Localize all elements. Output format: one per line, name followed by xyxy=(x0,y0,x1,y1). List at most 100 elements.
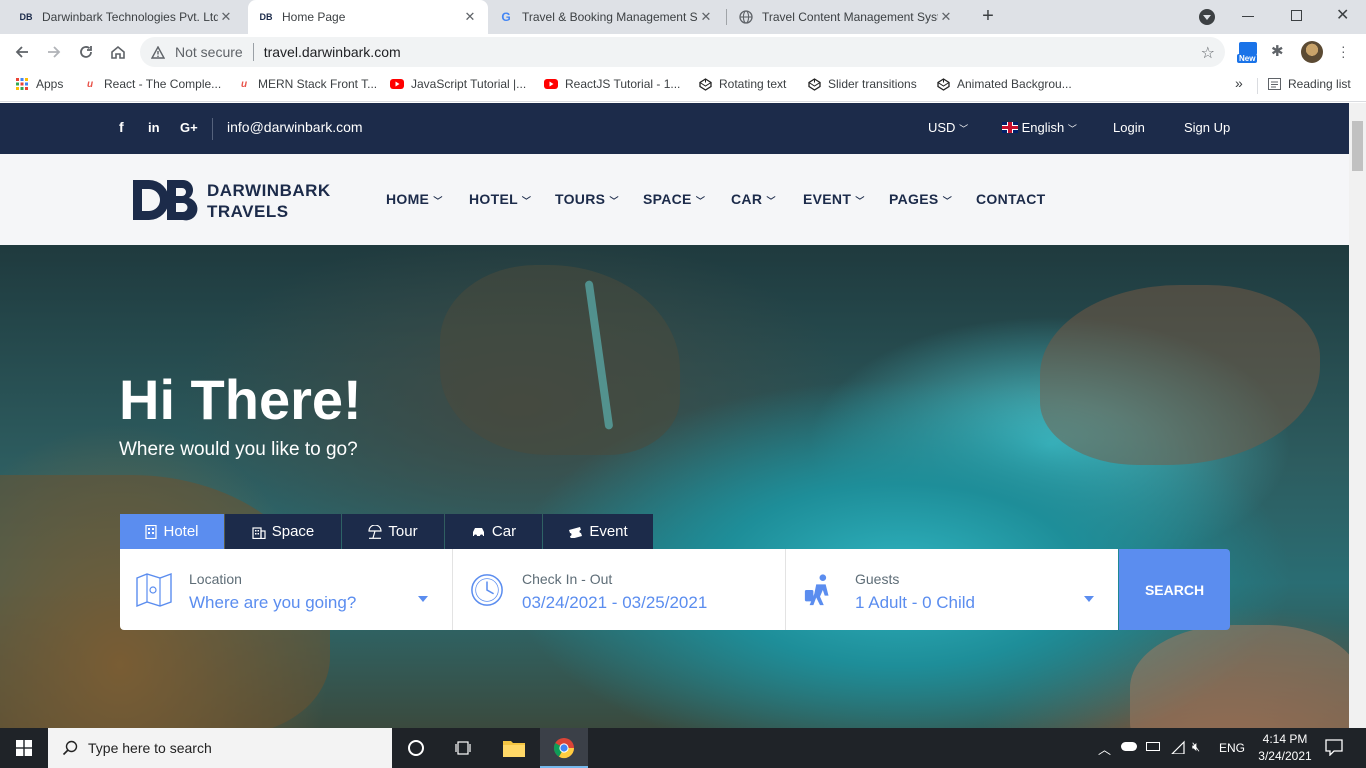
close-icon[interactable]: ✕ xyxy=(218,9,234,25)
nav-label: PAGES xyxy=(889,191,939,207)
browser-tab[interactable]: DB Darwinbark Technologies Pvt. Ltd ✕ xyxy=(8,0,244,34)
maximize-icon[interactable] xyxy=(1291,10,1302,21)
chevron-down-icon: ﹀ xyxy=(521,196,532,206)
new-tab-button[interactable]: + xyxy=(976,5,1000,29)
reading-list-button[interactable]: Reading list xyxy=(1267,77,1351,91)
chrome-taskbar-button[interactable] xyxy=(540,728,588,768)
browser-tab[interactable]: G Travel & Booking Management S ✕ xyxy=(488,0,724,34)
bookmark-item[interactable]: ReactJS Tutorial - 1... xyxy=(544,77,680,91)
system-tray-chevron-icon[interactable]: ︿ xyxy=(1098,739,1111,758)
page-scrollbar[interactable] xyxy=(1349,103,1366,728)
url-text[interactable]: travel.darwinbark.com xyxy=(264,44,401,60)
bookmark-label: Rotating text xyxy=(719,77,787,91)
guests-field[interactable]: Guests 1 Adult - 0 Child xyxy=(786,549,1118,630)
wifi-icon[interactable] xyxy=(1170,740,1186,759)
tab-title: Darwinbark Technologies Pvt. Ltd xyxy=(42,10,218,24)
codepen-icon xyxy=(936,77,950,91)
notifications-icon[interactable] xyxy=(1325,739,1343,761)
tab-search-icon[interactable] xyxy=(1199,9,1215,25)
bookmark-star-icon[interactable]: ☆ xyxy=(1201,43,1215,63)
bookmark-apps[interactable]: Apps xyxy=(15,77,63,91)
reading-list-icon xyxy=(1267,77,1281,91)
location-field[interactable]: Location Where are you going? xyxy=(120,549,453,630)
window-close-icon[interactable]: ✕ xyxy=(1336,5,1349,25)
close-icon[interactable]: ✕ xyxy=(462,9,478,25)
dates-input[interactable]: 03/24/2021 - 03/25/2021 xyxy=(522,593,707,613)
back-icon[interactable] xyxy=(10,40,34,64)
menu-kebab-icon[interactable]: · · · xyxy=(1341,39,1346,63)
bookmarks-divider xyxy=(1257,78,1258,94)
file-explorer-icon[interactable] xyxy=(503,739,525,762)
bookmark-label: MERN Stack Front T... xyxy=(258,77,378,91)
nav-hotel[interactable]: HOTEL ﹀ xyxy=(469,191,531,207)
language-dropdown[interactable]: English ﹀ xyxy=(1002,120,1077,135)
nav-event[interactable]: EVENT ﹀ xyxy=(803,191,865,207)
bookmarks-bar: Apps u React - The Comple... u MERN Stac… xyxy=(0,70,1366,102)
nav-pages[interactable]: PAGES ﹀ xyxy=(889,191,952,207)
site-logo[interactable]: DARWINBARK TRAVELS xyxy=(133,178,330,227)
contact-email[interactable]: info@darwinbark.com xyxy=(227,119,363,135)
browser-tab-active[interactable]: DB Home Page ✕ xyxy=(248,0,488,34)
caret-down-icon[interactable] xyxy=(1084,596,1094,602)
currency-dropdown[interactable]: USD ﹀ xyxy=(928,120,968,135)
location-input[interactable]: Where are you going? xyxy=(189,593,356,613)
google-plus-icon[interactable]: G+ xyxy=(180,120,198,135)
clock-date[interactable]: 3/24/2021 xyxy=(1252,749,1318,763)
search-tab-tour[interactable]: Tour xyxy=(342,514,444,549)
omnibox-divider xyxy=(252,43,254,61)
chevron-down-icon: ﹀ xyxy=(609,196,619,206)
nav-car[interactable]: CAR ﹀ xyxy=(731,191,776,207)
facebook-icon[interactable]: f xyxy=(119,119,124,135)
linkedin-icon[interactable]: in xyxy=(148,120,160,135)
windows-start-icon[interactable] xyxy=(16,740,32,761)
taskbar-search-placeholder: Type here to search xyxy=(88,740,212,756)
scrollbar-thumb[interactable] xyxy=(1352,121,1363,171)
bookmark-item[interactable]: u MERN Stack Front T... xyxy=(237,77,377,91)
forward-icon[interactable] xyxy=(42,40,66,64)
bookmark-item[interactable]: u React - The Comple... xyxy=(83,77,221,91)
dates-field[interactable]: Check In - Out 03/24/2021 - 03/25/2021 xyxy=(453,549,786,630)
search-button[interactable]: SEARCH xyxy=(1119,549,1230,630)
nav-contact[interactable]: CONTACT xyxy=(976,191,1046,207)
address-bar[interactable]: Not secure travel.darwinbark.com ☆ xyxy=(140,37,1225,67)
car-icon xyxy=(472,527,484,537)
nav-home[interactable]: HOME ﹀ xyxy=(386,191,443,207)
close-icon[interactable]: ✕ xyxy=(938,9,954,25)
login-link[interactable]: Login xyxy=(1113,120,1145,135)
browser-tab[interactable]: Travel Content Management Syst ✕ xyxy=(728,0,964,34)
bookmark-item[interactable]: Rotating text xyxy=(698,77,786,91)
guests-input[interactable]: 1 Adult - 0 Child xyxy=(855,593,975,613)
warning-icon[interactable] xyxy=(150,45,166,59)
nav-tours[interactable]: TOURS ﹀ xyxy=(555,191,619,207)
minimize-icon[interactable] xyxy=(1242,16,1254,17)
bookmark-item[interactable]: Slider transitions xyxy=(807,77,917,91)
onedrive-cloud-icon[interactable] xyxy=(1121,742,1137,751)
caret-down-icon[interactable] xyxy=(418,596,428,602)
volume-muted-icon[interactable]: 🔇︎ xyxy=(1192,739,1200,755)
profile-avatar[interactable] xyxy=(1301,41,1323,63)
search-tab-hotel[interactable]: Hotel xyxy=(120,514,224,549)
task-view-icon[interactable] xyxy=(455,740,473,761)
bookmark-item[interactable]: Animated Backgrou... xyxy=(936,77,1072,91)
bookmark-item[interactable]: JavaScript Tutorial |... xyxy=(390,77,526,91)
taskbar-search-box[interactable]: Type here to search xyxy=(48,728,392,768)
signup-link[interactable]: Sign Up xyxy=(1184,120,1230,135)
clock-time[interactable]: 4:14 PM xyxy=(1255,732,1315,746)
browser-toolbar: Not secure travel.darwinbark.com ☆ New ✱… xyxy=(0,34,1366,70)
tab-title: Travel Content Management Syst xyxy=(762,10,938,24)
extension-new-icon[interactable]: New xyxy=(1237,42,1259,64)
extensions-puzzle-icon[interactable]: ✱ xyxy=(1271,42,1284,60)
logo-text-line1: DARWINBARK xyxy=(207,181,331,200)
close-icon[interactable]: ✕ xyxy=(698,9,714,25)
reload-icon[interactable] xyxy=(74,40,98,64)
nav-space[interactable]: SPACE ﹀ xyxy=(643,191,705,207)
search-tab-space[interactable]: Space xyxy=(225,514,341,549)
search-tab-car[interactable]: Car xyxy=(445,514,542,549)
search-tab-event[interactable]: Event xyxy=(543,514,653,549)
battery-icon[interactable] xyxy=(1146,742,1160,751)
home-icon[interactable] xyxy=(106,40,130,64)
input-language[interactable]: ENG xyxy=(1219,741,1245,755)
bookmarks-more-button[interactable]: » xyxy=(1235,75,1243,91)
security-label[interactable]: Not secure xyxy=(175,44,243,60)
cortana-icon[interactable] xyxy=(408,740,424,756)
